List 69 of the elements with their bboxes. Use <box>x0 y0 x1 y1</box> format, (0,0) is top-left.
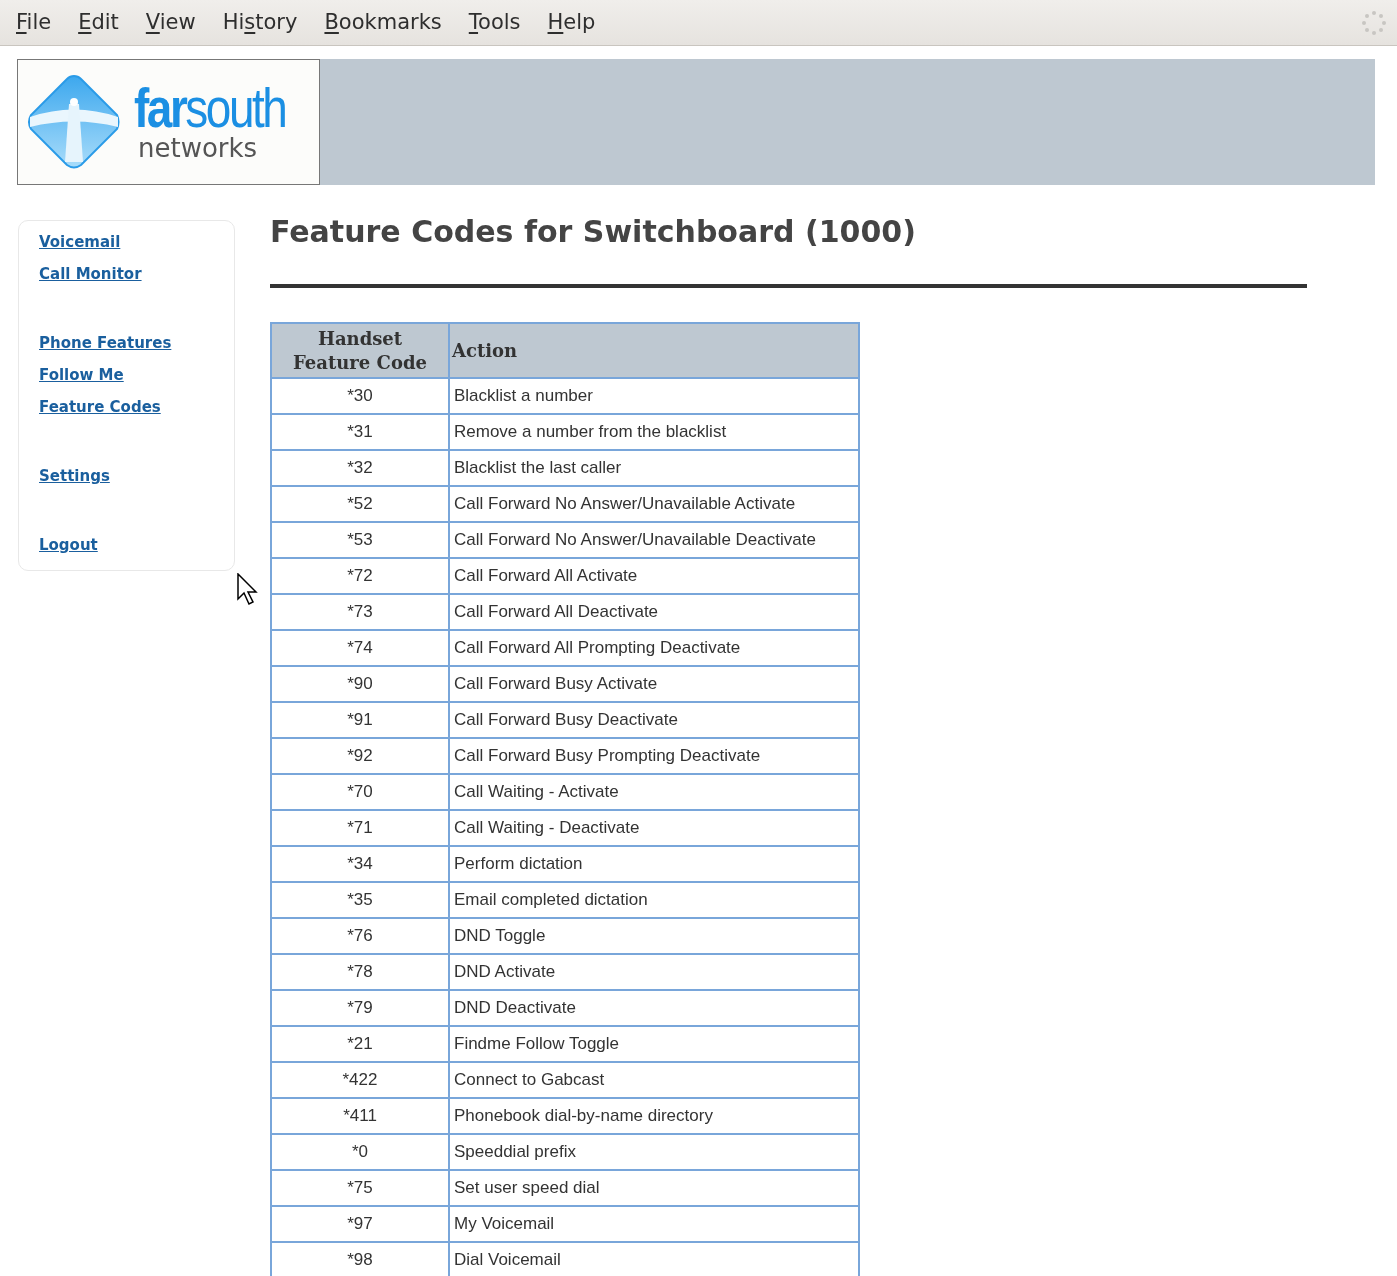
table-cell: *35 <box>271 882 449 918</box>
sidebar-link[interactable]: Voicemail <box>39 231 121 254</box>
sidebar-link[interactable]: Logout <box>39 534 98 557</box>
table-cell: *32 <box>271 450 449 486</box>
menu-item[interactable]: View <box>145 6 196 39</box>
table-cell: Call Forward No Answer/Unavailable Deactivate <box>449 522 859 558</box>
menu-item[interactable]: Bookmarks <box>324 6 442 39</box>
table-cell: Call Forward No Answer/Unavailable Activate <box>449 486 859 522</box>
table-cell: Call Forward Busy Prompting Deactivate <box>449 738 859 774</box>
table-cell: *97 <box>271 1206 449 1242</box>
table-cell: Call Forward Busy Activate <box>449 666 859 702</box>
table-cell: My Voicemail <box>449 1206 859 1242</box>
table-cell: Call Waiting - Deactivate <box>449 810 859 846</box>
table-cell: Findme Follow Toggle <box>449 1026 859 1062</box>
table-cell: Set user speed dial <box>449 1170 859 1206</box>
table-cell: *73 <box>271 594 449 630</box>
table-cell: *422 <box>271 1062 449 1098</box>
menu-item[interactable]: Edit <box>78 6 119 39</box>
table-cell: *72 <box>271 558 449 594</box>
table-cell: Perform dictation <box>449 846 859 882</box>
table-cell: Call Forward All Deactivate <box>449 594 859 630</box>
table-cell: Blacklist a number <box>449 378 859 414</box>
table-cell: *34 <box>271 846 449 882</box>
table-cell: *98 <box>271 1242 449 1276</box>
table-cell: *76 <box>271 918 449 954</box>
sidebar-link[interactable]: Settings <box>39 465 110 488</box>
table-cell: *70 <box>271 774 449 810</box>
column-header: Action <box>449 323 859 378</box>
table-cell: Call Forward Busy Deactivate <box>449 702 859 738</box>
table-cell: *78 <box>271 954 449 990</box>
table-cell: *30 <box>271 378 449 414</box>
column-header: Handset Feature Code <box>271 323 449 378</box>
table-cell: DND Toggle <box>449 918 859 954</box>
brand-name: farsouth <box>134 82 286 134</box>
table-cell: Speeddial prefix <box>449 1134 859 1170</box>
table-cell: *31 <box>271 414 449 450</box>
sidebar-link[interactable]: Feature Codes <box>39 396 161 419</box>
table-cell: Call Waiting - Activate <box>449 774 859 810</box>
table-cell: *53 <box>271 522 449 558</box>
table-cell: *52 <box>271 486 449 522</box>
table-cell: *411 <box>271 1098 449 1134</box>
menu-item[interactable]: File <box>16 6 52 39</box>
table-cell: Blacklist the last caller <box>449 450 859 486</box>
table-cell: Remove a number from the blacklist <box>449 414 859 450</box>
table-cell: Email completed dictation <box>449 882 859 918</box>
menu-item[interactable]: History <box>222 6 298 39</box>
table-cell: Call Forward All Prompting Deactivate <box>449 630 859 666</box>
page-title: Feature Codes for Switchboard (1000) <box>270 214 917 250</box>
sidebar-link[interactable]: Phone Features <box>39 332 172 355</box>
table-cell: *74 <box>271 630 449 666</box>
table-cell: DND Activate <box>449 954 859 990</box>
table-cell: Connect to Gabcast <box>449 1062 859 1098</box>
table-cell: *75 <box>271 1170 449 1206</box>
loading-spinner-icon <box>1361 9 1387 36</box>
menu-item[interactable]: Tools <box>468 6 521 39</box>
sidebar-link[interactable]: Call Monitor <box>39 263 142 286</box>
sidebar-link[interactable]: Follow Me <box>39 364 124 387</box>
table-cell: *71 <box>271 810 449 846</box>
table-cell: Call Forward All Activate <box>449 558 859 594</box>
table-cell: Phonebook dial-by-name directory <box>449 1098 859 1134</box>
table-cell: DND Deactivate <box>449 990 859 1026</box>
table-cell: *21 <box>271 1026 449 1062</box>
table-cell: *79 <box>271 990 449 1026</box>
menu-item[interactable]: Help <box>547 6 596 39</box>
table-cell: *91 <box>271 702 449 738</box>
table-cell: *92 <box>271 738 449 774</box>
table-cell: *90 <box>271 666 449 702</box>
brand-tagline: networks <box>138 134 259 162</box>
table-cell: *0 <box>271 1134 449 1170</box>
